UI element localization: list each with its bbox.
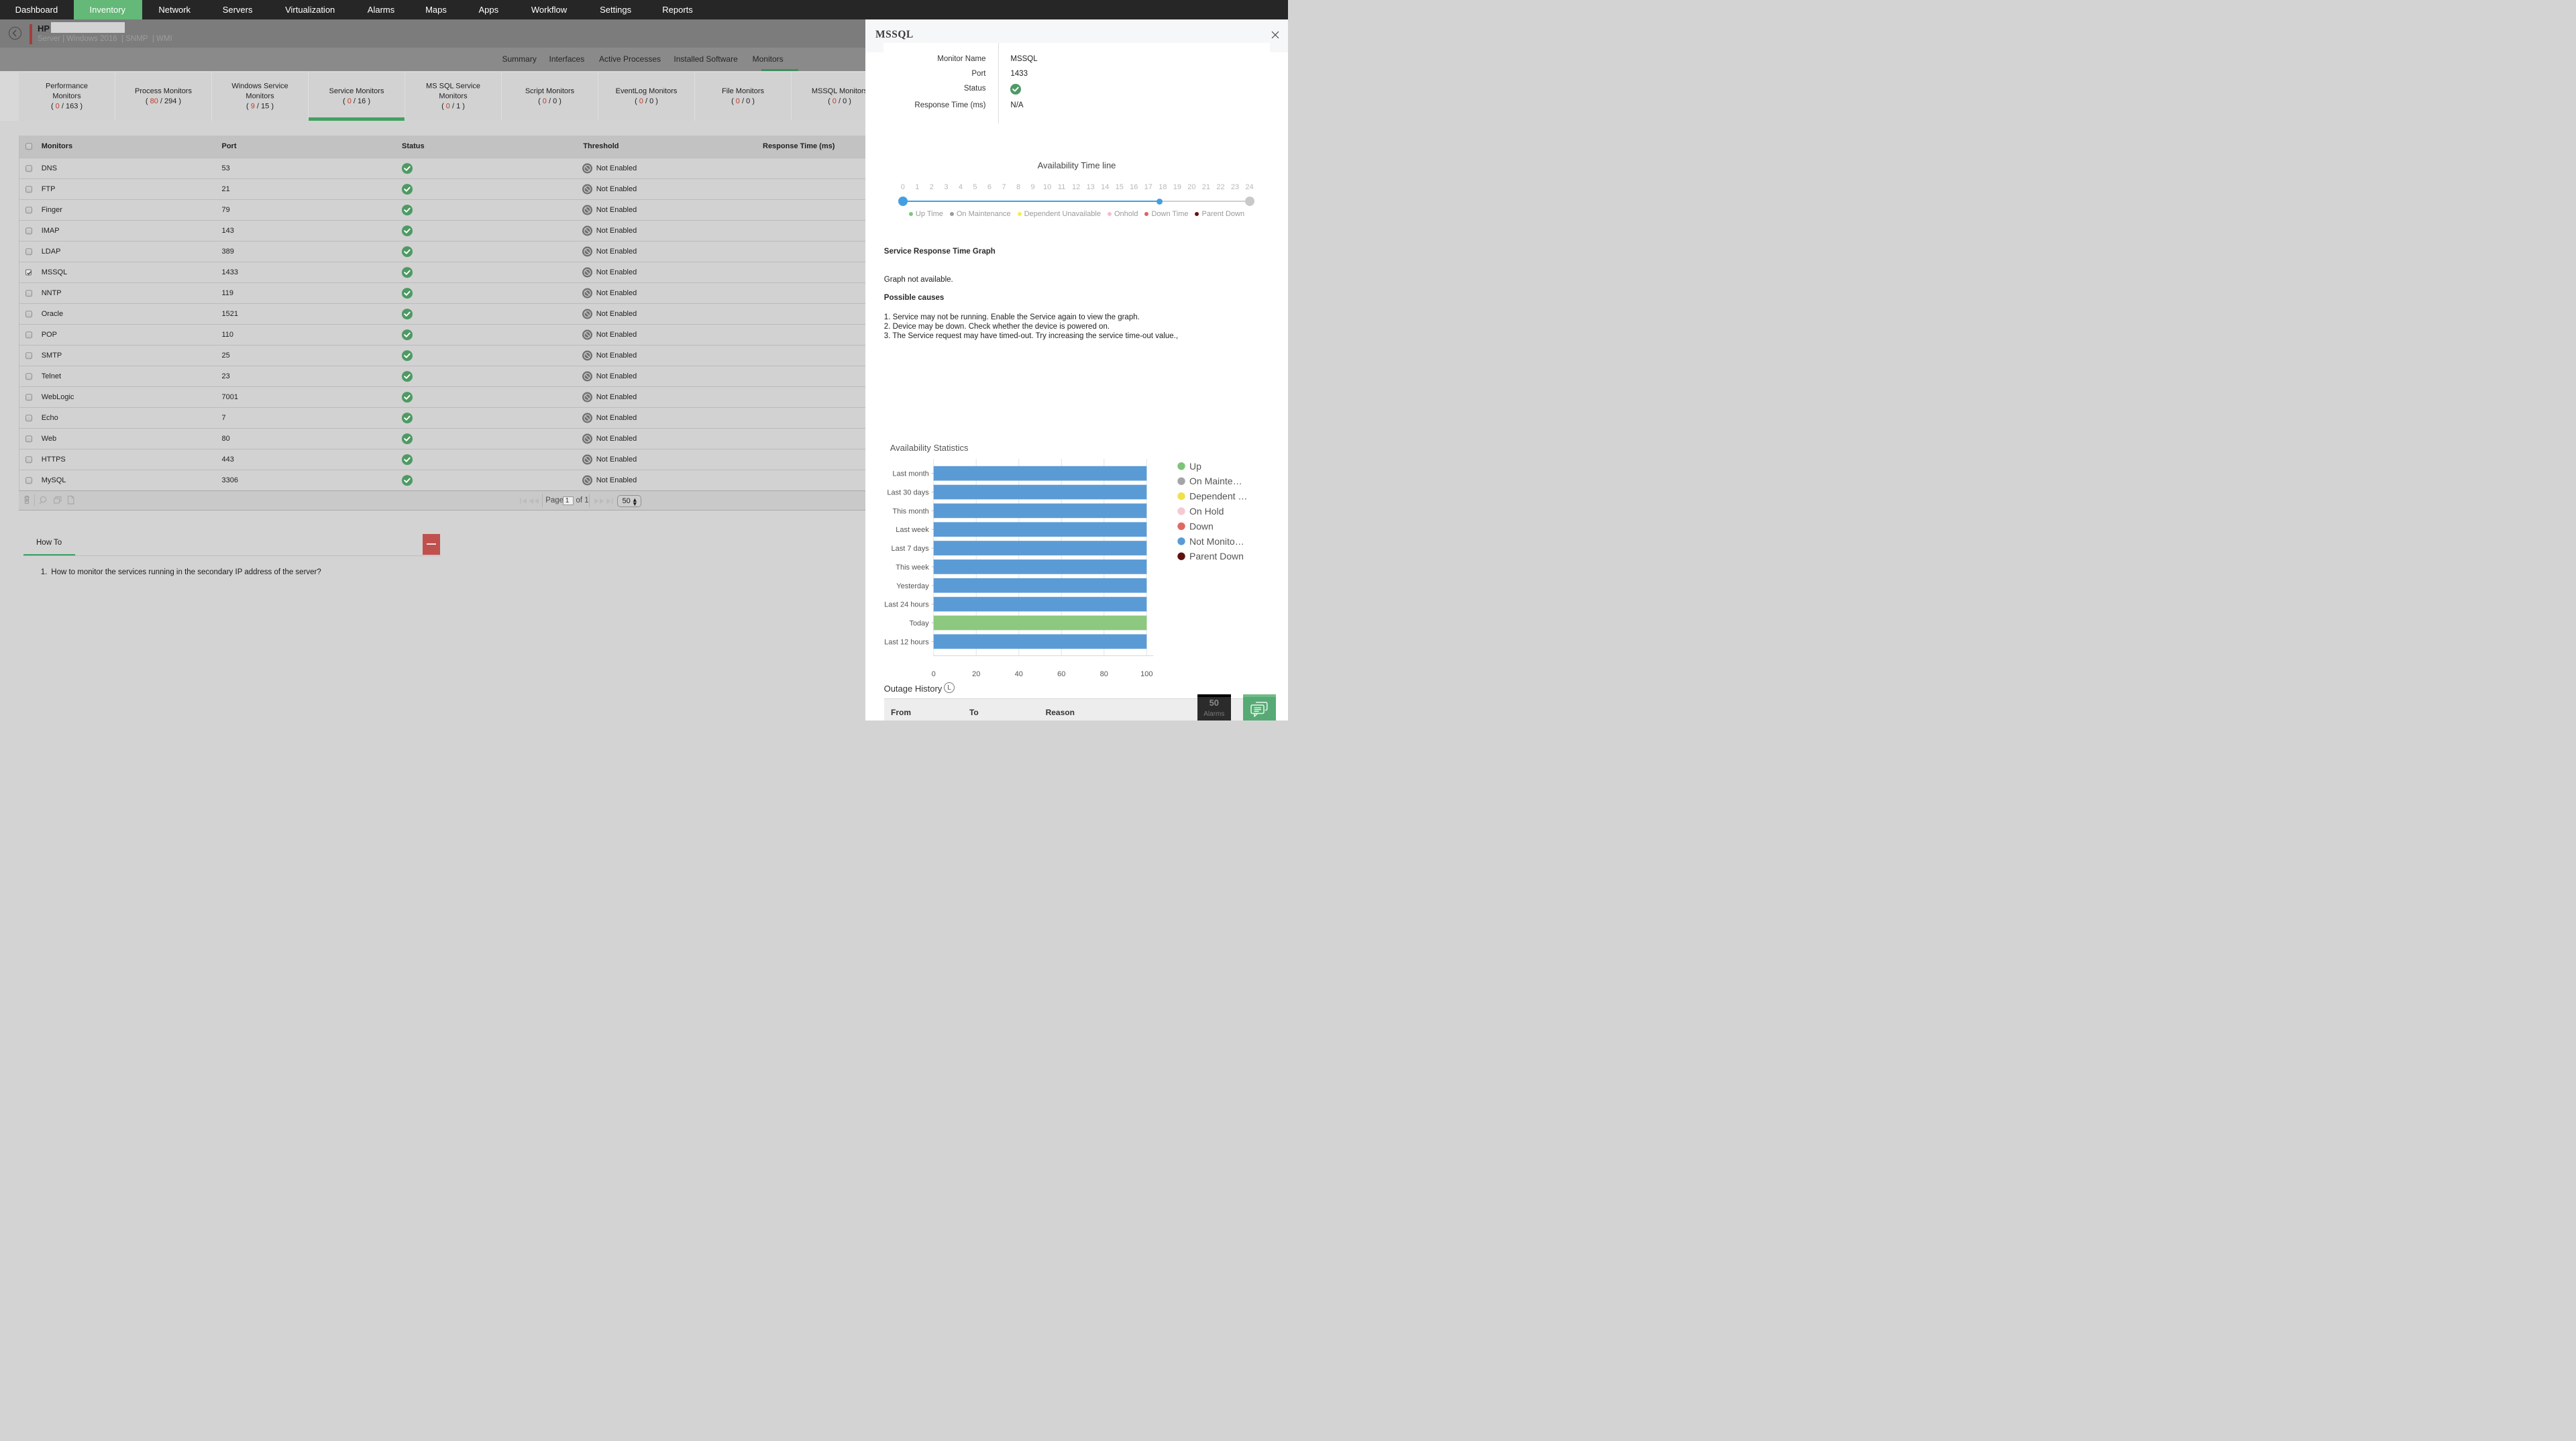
svg-text:Last 24 hours: Last 24 hours	[884, 601, 929, 609]
svg-text:This week: This week	[896, 564, 929, 572]
svg-text:This month: This month	[892, 507, 928, 515]
svg-text:Last 30 days: Last 30 days	[887, 489, 929, 497]
svg-text:Down: Down	[1189, 521, 1214, 531]
svg-text:Dependent …: Dependent …	[1189, 491, 1247, 502]
svg-text:Up: Up	[1189, 461, 1201, 472]
svg-text:Today: Today	[909, 619, 929, 627]
svg-text:Last 7 days: Last 7 days	[892, 545, 930, 553]
svg-text:Parent Down: Parent Down	[1189, 551, 1244, 562]
svg-text:60: 60	[1057, 670, 1065, 678]
svg-text:0: 0	[932, 670, 936, 678]
svg-text:100: 100	[1140, 670, 1152, 678]
svg-text:80: 80	[1100, 670, 1108, 678]
svg-text:Yesterday: Yesterday	[896, 582, 929, 590]
svg-text:Last month: Last month	[892, 470, 928, 478]
svg-text:40: 40	[1015, 670, 1023, 678]
svg-text:Not Monito…: Not Monito…	[1189, 536, 1244, 547]
svg-text:Last 12 hours: Last 12 hours	[884, 638, 929, 646]
svg-text:20: 20	[972, 670, 980, 678]
svg-text:On Hold: On Hold	[1189, 506, 1224, 517]
svg-text:On Mainte…: On Mainte…	[1189, 476, 1242, 486]
svg-text:Last week: Last week	[896, 526, 929, 534]
